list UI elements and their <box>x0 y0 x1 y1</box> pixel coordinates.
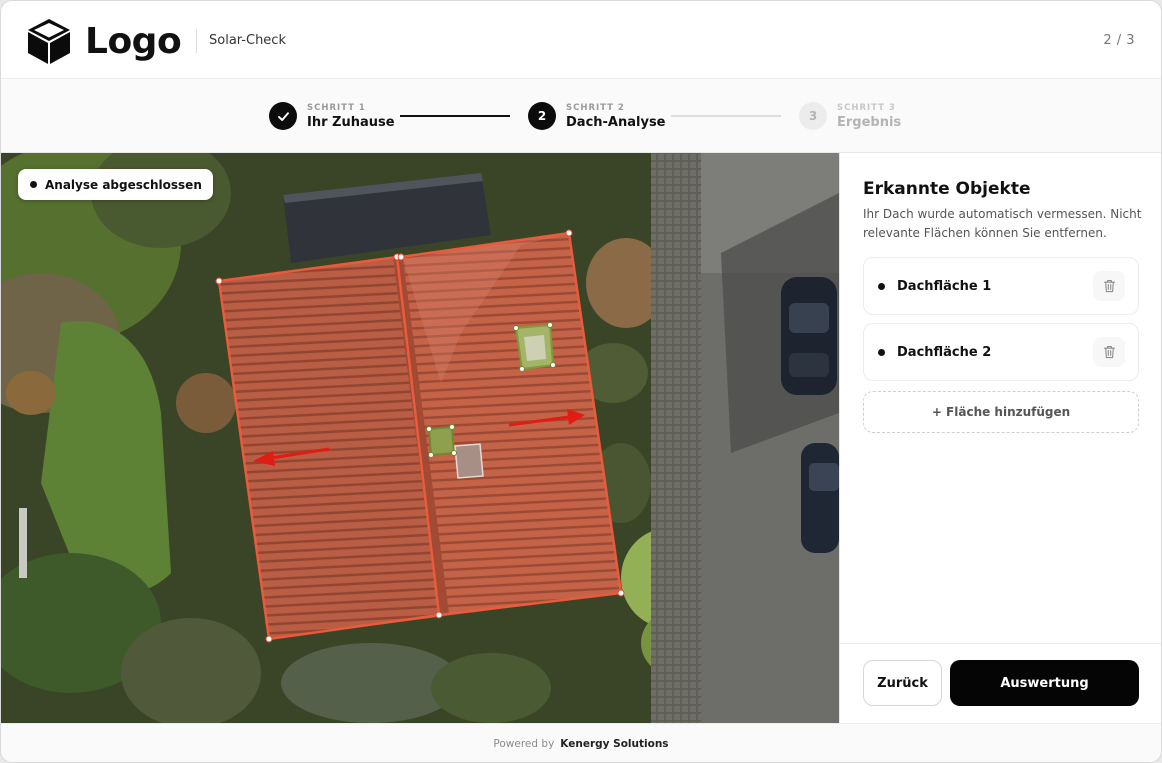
app-window: Logo Solar-Check 2 / 3 SCHRITT 1 Ihr Zuh… <box>0 0 1162 763</box>
company-name[interactable]: Kenergy Solutions <box>560 738 668 750</box>
delete-roof-area-1-button[interactable] <box>1093 271 1125 301</box>
step-1-title[interactable]: Ihr Zuhause <box>307 115 395 130</box>
roof-area-card-1[interactable]: Dachfläche 1 <box>863 257 1139 315</box>
step-connector-1 <box>400 115 510 117</box>
step-connector-2 <box>671 115 781 117</box>
cube-logo-icon <box>28 19 70 64</box>
powered-by-label: Powered by <box>493 738 555 750</box>
app-name: Solar-Check <box>209 33 286 48</box>
object-dot-icon <box>878 348 885 356</box>
roof-area-label: Dachfläche 1 <box>897 278 992 294</box>
add-area-button[interactable]: + Fläche hinzufügen <box>863 391 1139 433</box>
roof-area-card-2[interactable]: Dachfläche 2 <box>863 323 1139 381</box>
step-2-title[interactable]: Dach-Analyse <box>566 115 666 130</box>
aerial-map[interactable] <box>1 153 839 723</box>
evaluate-button[interactable]: Auswertung <box>950 660 1139 706</box>
aerial-photo <box>1 153 839 723</box>
panel-title: Erkannte Objekte <box>863 179 1031 199</box>
header-divider <box>196 29 197 53</box>
object-dot-icon <box>878 282 885 290</box>
page-counter: 2 / 3 <box>1103 33 1135 48</box>
roof-area-label: Dachfläche 2 <box>897 344 992 360</box>
delete-roof-area-2-button[interactable] <box>1093 337 1125 367</box>
back-button[interactable]: Zurück <box>863 660 942 706</box>
trash-icon <box>1103 346 1115 359</box>
step-1-kicker: SCHRITT 1 <box>307 103 366 113</box>
status-dot-icon <box>30 181 37 188</box>
step-3-title: Ergebnis <box>837 115 902 130</box>
header: Logo Solar-Check 2 / 3 <box>1 1 1161 79</box>
stepper: SCHRITT 1 Ihr Zuhause 2 SCHRITT 2 Dach-A… <box>1 79 1161 153</box>
objects-panel: Erkannte Objekte Ihr Dach wurde automati… <box>839 153 1161 723</box>
step-2-kicker: SCHRITT 2 <box>566 103 625 113</box>
step-2-marker[interactable]: 2 <box>528 102 556 130</box>
analysis-status-badge: Analyse abgeschlossen <box>18 169 213 200</box>
panel-actions: Zurück Auswertung <box>840 643 1161 723</box>
check-icon <box>277 111 289 121</box>
footer: Powered by Kenergy Solutions <box>1 723 1161 762</box>
step-3-kicker: SCHRITT 3 <box>837 103 896 113</box>
status-badge-label: Analyse abgeschlossen <box>45 177 202 192</box>
panel-description: Ihr Dach wurde automatisch vermessen. Ni… <box>863 207 1142 240</box>
logo-text: Logo <box>85 20 182 62</box>
logo[interactable]: Logo <box>25 17 182 65</box>
step-1-check-icon[interactable] <box>269 102 297 130</box>
trash-icon <box>1103 280 1115 293</box>
step-3-marker: 3 <box>799 102 827 130</box>
